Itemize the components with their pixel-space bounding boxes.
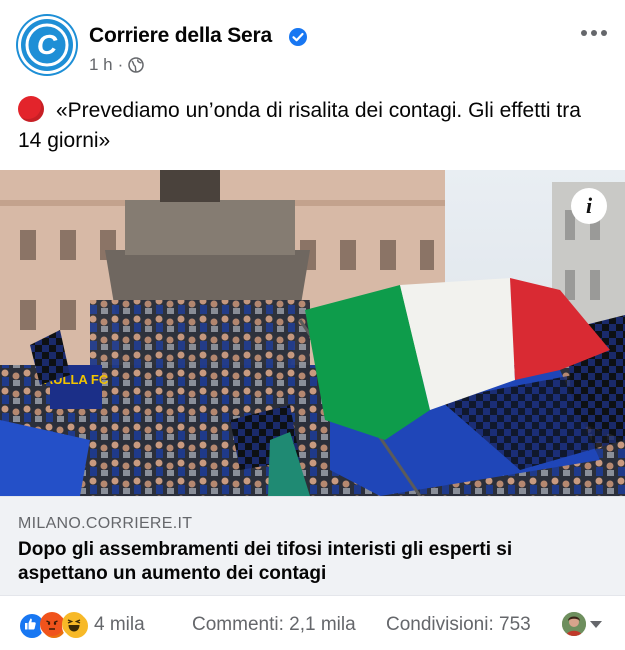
reactions-summary[interactable] [18, 612, 90, 640]
post-message: «Prevediamo un’onda di risalita dei cont… [18, 99, 581, 152]
page-name[interactable]: Corriere della Sera [89, 24, 272, 48]
red-circle-icon [18, 96, 44, 122]
post-meta: 1 h · [89, 55, 145, 75]
reaction-count[interactable]: 4 mila [94, 614, 145, 636]
link-domain: MILANO.CORRIERE.IT [18, 515, 193, 532]
more-dot [591, 30, 597, 36]
page-avatar[interactable]: C [18, 16, 76, 74]
link-title[interactable]: Dopo gli assembramenti dei tifosi interi… [18, 538, 578, 586]
post-time[interactable]: 1 h [89, 55, 113, 75]
haha-icon [62, 612, 90, 640]
more-options-icon[interactable] [581, 30, 607, 36]
info-button[interactable]: i [571, 188, 607, 224]
user-avatar[interactable] [562, 612, 586, 636]
link-preview[interactable]: MILANO.CORRIERE.IT Dopo gli assembrament… [0, 496, 625, 596]
post-image[interactable]: AULLA FC i [0, 170, 625, 496]
crowd-photo: AULLA FC [0, 170, 625, 496]
shares-count[interactable]: Condivisioni: 753 [386, 614, 531, 636]
svg-text:C: C [37, 29, 58, 60]
globe-icon [128, 57, 145, 73]
post-footer: 4 mila Commenti: 2,1 mila Condivisioni: … [0, 596, 625, 650]
post-header: C Corriere della Sera 1 h · [0, 0, 625, 88]
more-dot [581, 30, 587, 36]
comments-count[interactable]: Commenti: 2,1 mila [192, 614, 356, 636]
corriere-logo-icon: C [25, 23, 69, 67]
more-dot [601, 30, 607, 36]
audience-dropdown-icon[interactable] [590, 621, 602, 628]
verified-badge-icon [289, 28, 307, 46]
post-text: «Prevediamo un’onda di risalita dei cont… [18, 96, 608, 156]
meta-separator: · [117, 55, 124, 74]
